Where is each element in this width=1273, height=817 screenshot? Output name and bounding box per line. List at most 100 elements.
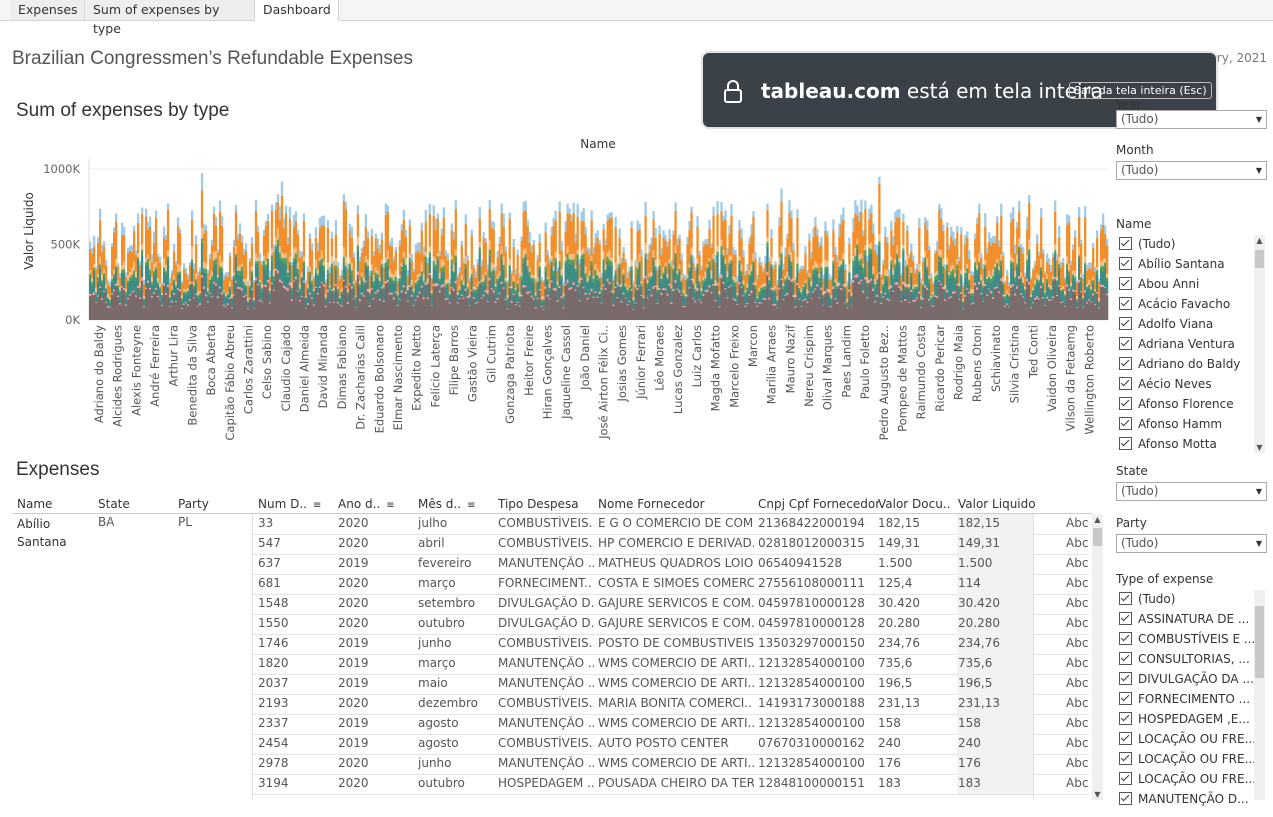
bar-segment [508,258,511,265]
party-filter-select[interactable]: (Tudo) ▼ [1116,534,1267,553]
sort-icon[interactable]: ≡ [313,500,321,511]
checkbox-checked-icon[interactable] [1119,732,1132,745]
table-scrollbar[interactable]: ▲ ▼ [1092,514,1103,800]
checkbox-checked-icon[interactable] [1119,397,1132,410]
month-filter-select[interactable]: (Tudo) ▼ [1116,161,1267,180]
name-filter-option[interactable]: Abou Anni [1119,277,1199,291]
bar-segment [424,222,427,253]
checkbox-checked-icon[interactable] [1119,257,1132,270]
type-filter-option[interactable]: LOCAÇÃO OU FRE... [1119,752,1256,766]
bar-segment [726,277,729,282]
name-filter-option[interactable]: Aécio Neves [1119,377,1212,391]
bar-segment [244,295,248,297]
type-filter-option[interactable]: FORNECIMENTO ... [1119,692,1250,706]
bar-segment [110,246,114,276]
sort-icon[interactable]: ≡ [467,500,475,511]
checkbox-checked-icon[interactable] [1119,237,1132,250]
column-header[interactable]: Name [17,497,52,511]
bar-segment [622,294,625,320]
bar-segment [810,251,813,259]
bar-segment [120,235,124,266]
bar-segment [618,285,621,287]
column-header[interactable]: Valor Liquido [958,497,1036,511]
checkbox-checked-icon[interactable] [1119,417,1132,430]
bar-segment [722,255,725,259]
type-filter-option[interactable]: LOCAÇÃO OU FRE... [1119,772,1256,786]
name-filter-option[interactable]: Afonso Florence [1119,397,1234,411]
checkbox-checked-icon[interactable] [1119,337,1132,350]
checkbox-checked-icon[interactable] [1119,277,1132,290]
bar-segment [478,242,481,247]
name-list-scrollbar[interactable]: ▲ ▼ [1254,235,1265,453]
year-filter-select[interactable]: (Tudo) ▼ [1116,110,1267,129]
column-header[interactable]: Valor Docu.. [878,497,950,511]
checkbox-checked-icon[interactable] [1119,632,1132,645]
bar-segment [982,268,985,281]
checkbox-checked-icon[interactable] [1119,752,1132,765]
bar-segment [988,241,991,271]
bar-segment [360,276,364,280]
column-header[interactable]: Party [178,497,209,511]
bar-segment [438,292,441,320]
bar-segment [908,286,911,288]
checkbox-checked-icon[interactable] [1119,792,1132,805]
type-filter-option[interactable]: ASSINATURA DE ... [1119,612,1249,626]
name-filter-option[interactable]: Abílio Santana [1119,257,1225,271]
column-header[interactable]: Ano d.. ≡ [338,497,395,511]
table-cell: 2020 [338,776,369,790]
checkbox-checked-icon[interactable] [1119,377,1132,390]
checkbox-checked-icon[interactable] [1119,357,1132,370]
column-header[interactable]: State [98,497,130,511]
column-header[interactable]: Tipo Despesa [498,497,579,511]
checkbox-checked-icon[interactable] [1119,692,1132,705]
type-filter-option[interactable]: LOCAÇÃO OU FRE... [1119,732,1256,746]
exit-fullscreen-button[interactable]: Sair da tela inteira (Esc) [1069,82,1212,99]
bar-segment [790,265,793,280]
bar-segment [722,258,725,282]
type-filter-option[interactable]: (Tudo) [1119,592,1175,606]
type-filter-option[interactable]: MANUTENÇÃO D... [1119,792,1249,806]
bar-segment [904,286,907,290]
column-header[interactable]: Num D.. ≡ [258,497,321,511]
type-filter-option[interactable]: COMBUSTÍVEIS E ... [1119,632,1255,646]
checkbox-checked-icon[interactable] [1119,437,1132,450]
column-header[interactable]: Nome Fornecedor [598,497,705,511]
checkbox-checked-icon[interactable] [1119,317,1132,330]
tab-expenses[interactable]: Expenses [10,0,85,20]
type-filter-option[interactable]: DIVULGAÇÃO DA ... [1119,672,1254,686]
name-filter-option[interactable]: Adolfo Viana [1119,317,1213,331]
bar-segment [440,259,443,267]
bar-segment [986,247,989,255]
checkbox-checked-icon[interactable] [1119,297,1132,310]
bar-segment [950,226,953,237]
bar-segment [964,243,967,270]
bar-segment [764,299,767,320]
name-filter-option[interactable]: Afonso Motta [1119,437,1217,451]
bar-segment [652,210,655,220]
type-filter-option[interactable]: CONSULTORIAS, ... [1119,652,1250,666]
tab-dashboard[interactable]: Dashboard [255,0,339,21]
checkbox-checked-icon[interactable] [1119,772,1132,785]
column-header[interactable]: Cnpj Cpf Fornecedor [758,497,880,511]
bar-segment [702,281,705,295]
sort-icon[interactable]: ≡ [386,500,394,511]
type-filter-option[interactable]: HOSPEDAGEM ,E... [1119,712,1250,726]
name-filter-option[interactable]: Adriana Ventura [1119,337,1235,351]
column-header[interactable]: Mês d.. ≡ [418,497,475,511]
bar-segment [960,270,963,274]
name-filter-option[interactable]: Acácio Favacho [1119,297,1230,311]
bar-segment [356,244,360,246]
type-list-scrollbar[interactable] [1254,590,1265,800]
checkbox-checked-icon[interactable] [1119,712,1132,725]
bar-segment [532,275,535,278]
name-filter-option[interactable]: (Tudo) [1119,237,1175,251]
checkbox-checked-icon[interactable] [1119,592,1132,605]
name-filter-option[interactable]: Adriano do Baldy [1119,357,1240,371]
bar-segment [1050,285,1053,289]
checkbox-checked-icon[interactable] [1119,652,1132,665]
checkbox-checked-icon[interactable] [1119,672,1132,685]
name-filter-option[interactable]: Afonso Hamm [1119,417,1222,431]
state-filter-select[interactable]: (Tudo) ▼ [1116,482,1267,501]
tab-sum-of-expenses[interactable]: Sum of expenses by type [85,0,255,36]
checkbox-checked-icon[interactable] [1119,612,1132,625]
